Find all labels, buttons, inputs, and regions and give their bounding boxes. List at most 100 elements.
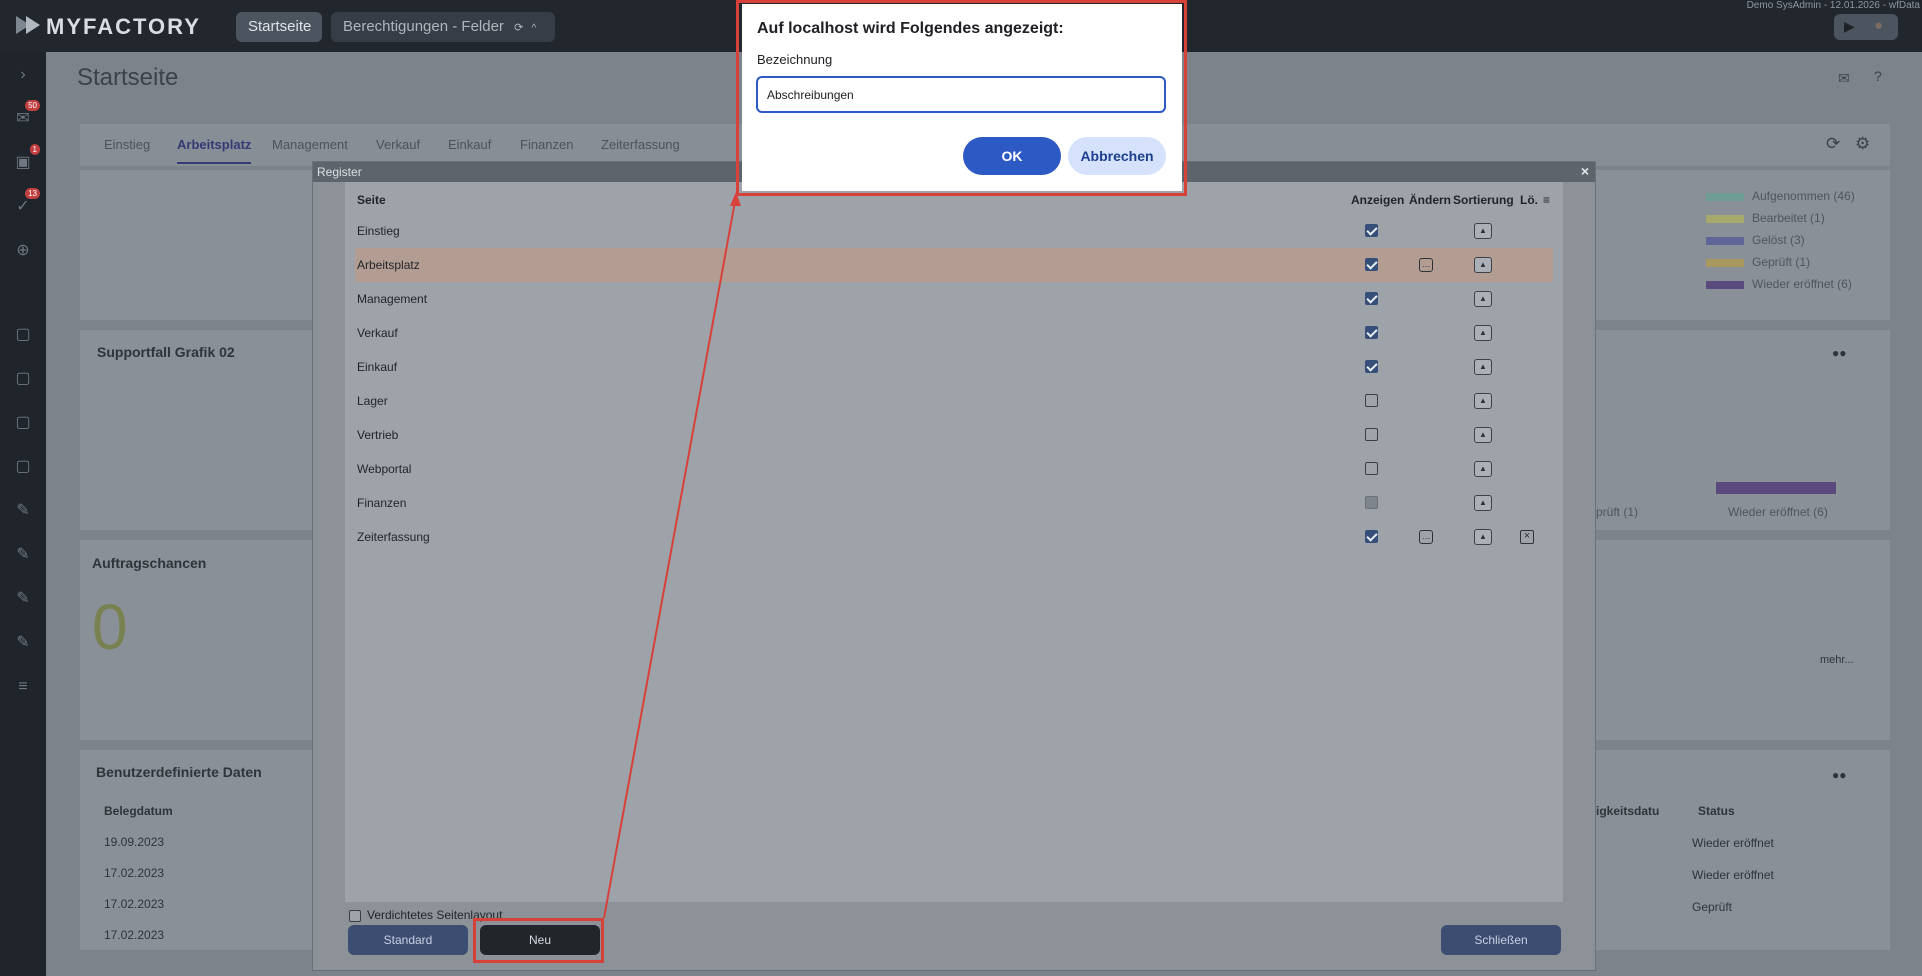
chat-icon[interactable]: ▢ — [10, 410, 36, 436]
tab-finanzen[interactable]: Finanzen — [520, 137, 573, 152]
table-row[interactable]: Vertrieb ▲ — [355, 418, 1553, 452]
legend-swatch — [1706, 236, 1744, 245]
wrench-icon[interactable]: ✎ — [10, 498, 36, 524]
inbox-icon[interactable]: ✉ 50 — [10, 100, 40, 132]
ok-button[interactable]: OK — [963, 137, 1061, 175]
row-label: Finanzen — [357, 496, 407, 510]
tab-arbeitsplatz[interactable]: Arbeitsplatz — [177, 137, 252, 164]
bezeichnung-input[interactable] — [756, 76, 1166, 113]
edit-icon[interactable]: … — [1419, 258, 1433, 272]
card-chart — [1596, 330, 1890, 530]
tab-startseite[interactable]: Startseite — [236, 12, 322, 42]
chat-icon[interactable]: ▢ — [10, 322, 36, 348]
legend-swatch — [1706, 192, 1744, 201]
edit-icon[interactable]: … — [1419, 530, 1433, 544]
show-checkbox[interactable] — [1365, 428, 1378, 441]
task-icon[interactable]: ✓ 13 — [10, 188, 40, 220]
table-row[interactable]: Zeiterfassung … ▲ × — [355, 520, 1553, 554]
tab-einkauf[interactable]: Einkauf — [448, 137, 491, 152]
table-row[interactable]: Management ▲ — [355, 282, 1553, 316]
row-label: Verkauf — [357, 326, 398, 340]
settings-dots-icon[interactable]: ●● — [1832, 768, 1847, 782]
show-checkbox[interactable] — [1365, 530, 1378, 543]
sort-up-button[interactable]: ▲ — [1474, 529, 1492, 545]
calendar-icon[interactable]: ▣ 1 — [10, 144, 40, 176]
column-menu-icon[interactable]: ≡ — [1543, 193, 1550, 207]
tab-einstieg[interactable]: Einstieg — [104, 137, 150, 152]
sort-up-button[interactable]: ▲ — [1474, 291, 1492, 307]
wrench-icon[interactable]: ✎ — [10, 630, 36, 656]
tab-verkauf[interactable]: Verkauf — [376, 137, 420, 152]
show-checkbox[interactable] — [1365, 360, 1378, 373]
more-link[interactable]: mehr... — [1820, 654, 1854, 666]
tab-management[interactable]: Management — [272, 137, 348, 152]
myfactory-logo-icon — [16, 16, 40, 34]
show-checkbox[interactable] — [1365, 394, 1378, 407]
tab-berechtigungen-felder[interactable]: Berechtigungen - Felder ⟳ ^ × — [331, 12, 555, 66]
refresh-icon[interactable]: ⟳ — [514, 22, 523, 34]
table-cell: 17.02.2023 — [104, 897, 165, 911]
table-row[interactable]: Verkauf ▲ — [355, 316, 1553, 350]
column-header-sortierung[interactable]: Sortierung — [1453, 193, 1514, 207]
gear-icon[interactable]: ⚙ — [1855, 134, 1870, 154]
table-row[interactable]: Arbeitsplatz … ▲ — [355, 248, 1553, 282]
wrench-icon[interactable]: ✎ — [10, 542, 36, 568]
legend-item: Bearbeitet (1) — [1706, 211, 1825, 225]
user-info: Demo SysAdmin - 12.01.2026 - wfData — [1746, 0, 1920, 11]
expand-icon[interactable]: › — [10, 62, 36, 88]
column-header-aendern[interactable]: Ändern — [1409, 193, 1451, 207]
row-label: Arbeitsplatz — [357, 258, 420, 272]
row-label: Webportal — [357, 462, 412, 476]
table-cell: 17.02.2023 — [104, 928, 165, 942]
sort-up-button[interactable]: ▲ — [1474, 223, 1492, 239]
column-header: igkeitsdatu — [1596, 804, 1660, 818]
chat-icon[interactable]: ▢ — [10, 454, 36, 480]
table-cell: 19.09.2023 — [104, 835, 165, 849]
refresh-icon[interactable]: ⟳ — [1826, 134, 1840, 154]
show-checkbox[interactable] — [1365, 224, 1378, 237]
sort-up-button[interactable]: ▲ — [1474, 325, 1492, 341]
database-icon[interactable]: ≡ — [10, 674, 36, 700]
mail-icon[interactable]: ✉ — [1838, 70, 1850, 87]
column-header: Belegdatum — [104, 804, 173, 818]
sort-up-button[interactable]: ▲ — [1474, 427, 1492, 443]
user-icon[interactable]: ● — [1874, 17, 1883, 34]
column-header-seite[interactable]: Seite — [357, 193, 386, 207]
chevron-up-icon[interactable]: ^ — [532, 23, 537, 34]
column-header-anzeigen[interactable]: Anzeigen — [1351, 193, 1404, 207]
close-icon[interactable]: × — [1581, 163, 1589, 179]
settings-dots-icon[interactable]: ●● — [1832, 346, 1847, 360]
status-cell: Wieder eröffnet — [1692, 868, 1774, 882]
show-checkbox[interactable] — [1365, 326, 1378, 339]
delete-icon[interactable]: × — [1520, 530, 1534, 544]
wrench-icon[interactable]: ✎ — [10, 586, 36, 612]
forward-icon[interactable]: ▶ — [1844, 18, 1855, 35]
add-icon[interactable]: ⊕ — [10, 238, 36, 264]
sort-up-button[interactable]: ▲ — [1474, 359, 1492, 375]
abbrechen-button[interactable]: Abbrechen — [1068, 137, 1166, 175]
table-row[interactable]: Lager ▲ — [355, 384, 1553, 418]
column-header-loeschen[interactable]: Lö. — [1520, 193, 1538, 207]
table-row[interactable]: Einkauf ▲ — [355, 350, 1553, 384]
sort-up-button[interactable]: ▲ — [1474, 393, 1492, 409]
table-row[interactable]: Webportal ▲ — [355, 452, 1553, 486]
sort-up-button[interactable]: ▲ — [1474, 257, 1492, 273]
tab-zeiterfassung[interactable]: Zeiterfassung — [601, 137, 680, 152]
show-checkbox[interactable] — [1365, 258, 1378, 271]
show-checkbox[interactable] — [1365, 462, 1378, 475]
status-cell: Geprüft — [1692, 900, 1733, 914]
standard-button[interactable]: Standard — [348, 925, 468, 955]
show-checkbox[interactable] — [1365, 292, 1378, 305]
sort-up-button[interactable]: ▲ — [1474, 461, 1492, 477]
tab-label: Berechtigungen - Felder — [343, 18, 504, 35]
table-row[interactable]: Einstieg ▲ — [355, 214, 1553, 248]
chat-icon[interactable]: ▢ — [10, 366, 36, 392]
help-icon[interactable]: ? — [1874, 68, 1882, 84]
schliessen-button[interactable]: Schließen — [1441, 925, 1561, 955]
table-row[interactable]: Finanzen ▲ — [355, 486, 1553, 520]
dense-layout-checkbox[interactable] — [349, 910, 361, 922]
sort-up-button[interactable]: ▲ — [1474, 495, 1492, 511]
kpi-value: 0 — [92, 591, 128, 663]
legend-item: Geprüft (1) — [1706, 255, 1810, 269]
brand-name: MYFACTORY — [46, 14, 201, 39]
